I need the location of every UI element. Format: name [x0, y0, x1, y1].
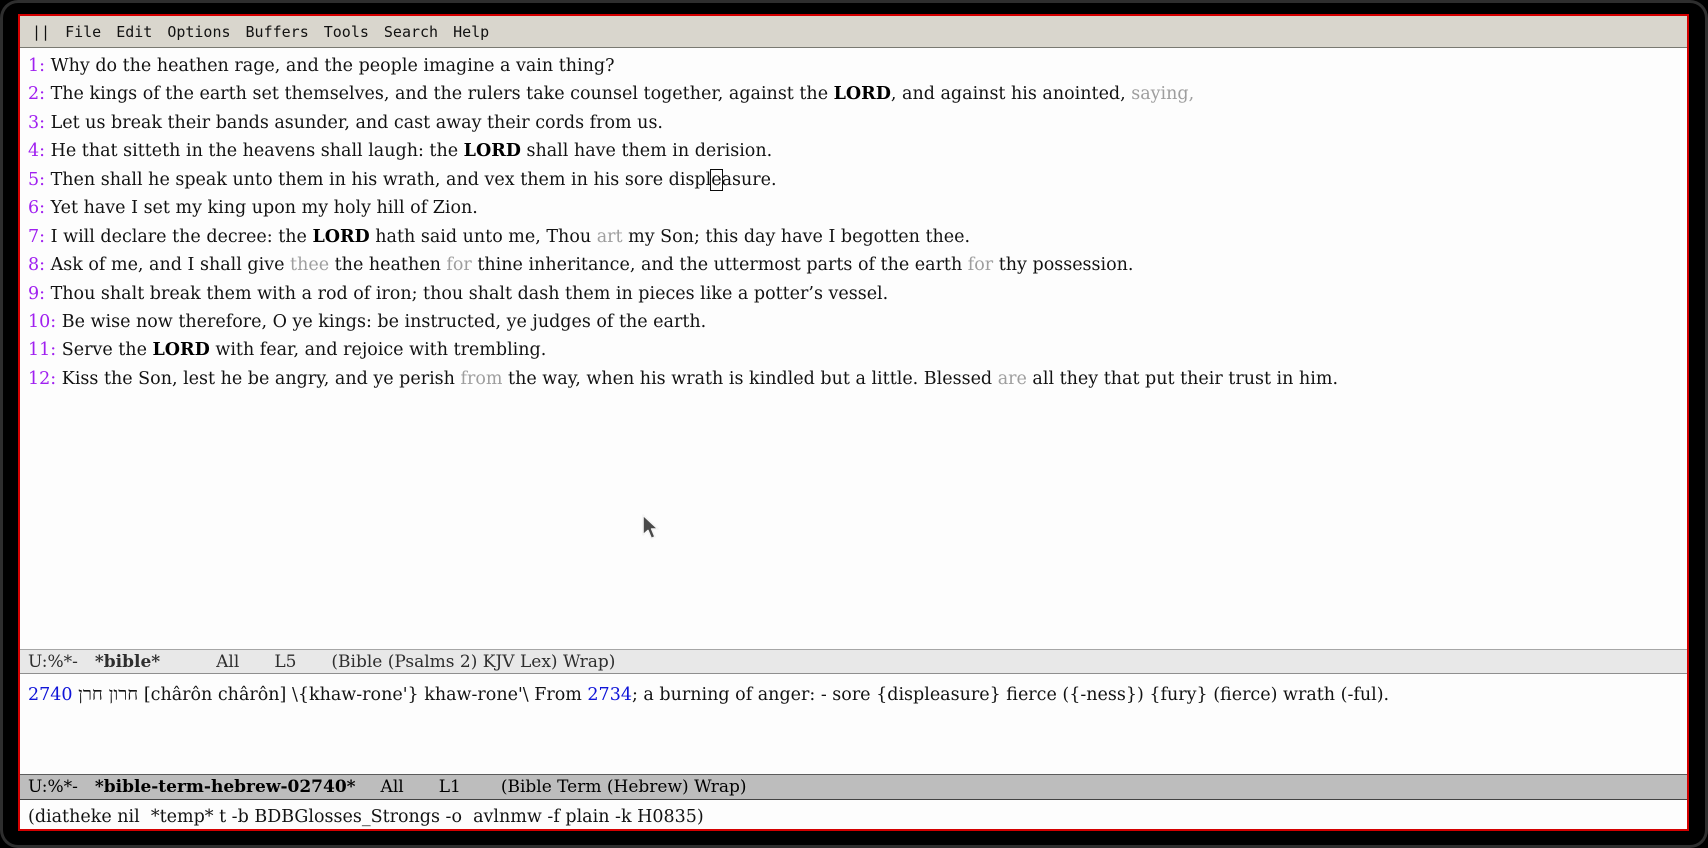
text-segment: thine inheritance, and the uttermost par…	[472, 255, 968, 275]
minibuffer[interactable]: (diatheke nil *temp* t -b BDBGlosses_Str…	[20, 800, 1687, 829]
modeline-flags: U:%*-	[28, 777, 78, 797]
lexicon-buffer[interactable]: 2740 חרון חרן [chârôn chârôn] \{khaw-ron…	[20, 674, 1687, 774]
text-segment: shall have them in derision.	[521, 141, 772, 161]
verse-line[interactable]: 12: Kiss the Son, lest he be angry, and …	[28, 365, 1679, 393]
text-segment: with fear, and rejoice with trembling.	[210, 340, 547, 360]
verse-line[interactable]: 11: Serve the LORD with fear, and rejoic…	[28, 336, 1679, 364]
verse-line[interactable]: 8: Ask of me, and I shall give thee the …	[28, 251, 1679, 279]
text-segment: He that sitteth in the heavens shall lau…	[51, 141, 464, 161]
menu-item-search[interactable]: Search	[384, 23, 438, 41]
added-word-muted: for	[446, 255, 471, 275]
added-word-muted: saying,	[1131, 84, 1194, 104]
text-segment: Let us break their bands asunder, and ca…	[51, 113, 663, 133]
modeline-flags: U:%*-	[28, 652, 78, 672]
verse-number: 2:	[28, 84, 45, 104]
text-segment: asure.	[722, 170, 777, 190]
menu-item-[interactable]: ||	[32, 23, 50, 41]
modeline-modes[interactable]: (Bible Term (Hebrew) Wrap)	[501, 777, 747, 797]
verse-number: 9:	[28, 284, 45, 304]
verse-line[interactable]: 10: Be wise now therefore, O ye kings: b…	[28, 308, 1679, 336]
bible-buffer[interactable]: 1: Why do the heathen rage, and the peop…	[20, 48, 1687, 649]
modeline-modes[interactable]: (Bible (Psalms 2) KJV Lex) Wrap)	[331, 652, 615, 672]
text-segment: ; a burning of anger: - sore {displeasur…	[632, 685, 1389, 705]
verse-line[interactable]: 9: Thou shalt break them with a rod of i…	[28, 280, 1679, 308]
lexicon-entry: 2740 חרון חרן [chârôn chârôn] \{khaw-ron…	[28, 682, 1679, 708]
divine-name-bold: LORD	[834, 84, 891, 104]
verse-number: 10:	[28, 312, 56, 332]
verse-number: 4:	[28, 141, 45, 161]
verse-number: 7:	[28, 227, 45, 247]
modeline-buffer-name[interactable]: *bible-term-hebrew-02740*	[95, 777, 356, 797]
menu-item-options[interactable]: Options	[167, 23, 230, 41]
modeline-lexicon[interactable]: U:%*- *bible-term-hebrew-02740* All L1 (…	[20, 774, 1687, 800]
text-segment: my Son; this day have I begotten thee.	[623, 227, 971, 247]
text-segment: hath said unto me, Thou	[370, 227, 597, 247]
text-segment: Serve the	[62, 340, 153, 360]
verse-line[interactable]: 1: Why do the heathen rage, and the peop…	[28, 52, 1679, 80]
text-segment: all they that put their trust in him.	[1027, 369, 1338, 389]
text-segment: I will declare the decree: the	[51, 227, 313, 247]
verse-number: 8:	[28, 255, 45, 275]
verse-number: 6:	[28, 198, 45, 218]
verse-line[interactable]: 7: I will declare the decree: the LORD h…	[28, 223, 1679, 251]
modeline-bible[interactable]: U:%*- *bible* All L5 (Bible (Psalms 2) K…	[20, 649, 1687, 674]
verse-number: 1:	[28, 56, 45, 76]
verse-line[interactable]: 6: Yet have I set my king upon my holy h…	[28, 194, 1679, 222]
text-segment: Yet have I set my king upon my holy hill…	[51, 198, 478, 218]
menu-item-file[interactable]: File	[65, 23, 101, 41]
verse-line[interactable]: 2: The kings of the earth set themselves…	[28, 80, 1679, 108]
text-cursor: e	[711, 170, 721, 190]
text-segment: Then shall he speak unto them in his wra…	[51, 170, 712, 190]
text-segment: Ask of me, and I shall give	[51, 255, 290, 275]
added-word-muted: art	[597, 227, 623, 247]
verse-number: 12:	[28, 369, 56, 389]
menu-item-buffers[interactable]: Buffers	[246, 23, 309, 41]
added-word-muted: are	[998, 369, 1027, 389]
menu-item-help[interactable]: Help	[453, 23, 489, 41]
text-segment: the way, when his wrath is kindled but a…	[502, 369, 997, 389]
divine-name-bold: LORD	[153, 340, 210, 360]
verse-line[interactable]: 3: Let us break their bands asunder, and…	[28, 109, 1679, 137]
modeline-position: All	[216, 652, 239, 672]
divine-name-bold: LORD	[464, 141, 521, 161]
text-segment: [chârôn chârôn] \{khaw-rone'} khaw-rone'…	[138, 685, 587, 705]
added-word-muted: thee	[290, 255, 329, 275]
text-segment: Kiss the Son, lest he be angry, and ye p…	[62, 369, 461, 389]
text-segment: , and against his anointed,	[891, 84, 1131, 104]
text-segment: Thou shalt break them with a rod of iron…	[51, 284, 889, 304]
hebrew-word: חרון חרן	[78, 684, 138, 705]
strongs-number-link[interactable]: 2734	[587, 685, 632, 705]
verse-line[interactable]: 5: Then shall he speak unto them in his …	[28, 166, 1679, 194]
strongs-number-link[interactable]: 2740	[28, 685, 73, 705]
echo-area-text: (diatheke nil *temp* t -b BDBGlosses_Str…	[28, 807, 704, 827]
verse-number: 5:	[28, 170, 45, 190]
divine-name-bold: LORD	[312, 227, 369, 247]
added-word-muted: for	[968, 255, 993, 275]
text-segment: Why do the heathen rage, and the people …	[51, 56, 615, 76]
text-segment: the heathen	[329, 255, 446, 275]
modeline-position: All	[381, 777, 404, 797]
verse-number: 11:	[28, 340, 56, 360]
added-word-muted: from	[461, 369, 503, 389]
verse-line[interactable]: 4: He that sitteth in the heavens shall …	[28, 137, 1679, 165]
text-segment: The kings of the earth set themselves, a…	[51, 84, 834, 104]
menu-item-edit[interactable]: Edit	[116, 23, 152, 41]
text-segment: Be wise now therefore, O ye kings: be in…	[62, 312, 706, 332]
emacs-window: ||FileEditOptionsBuffersToolsSearchHelp …	[18, 14, 1689, 831]
text-segment: thy possession.	[993, 255, 1133, 275]
emacs-frame: ||FileEditOptionsBuffersToolsSearchHelp …	[0, 0, 1708, 848]
modeline-line-number: L5	[274, 652, 296, 672]
verse-number: 3:	[28, 113, 45, 133]
menu-bar: || File Edit Options Buffers Tools Search Help	[20, 16, 1687, 48]
modeline-line-number: L1	[439, 777, 461, 797]
modeline-buffer-name[interactable]: *bible*	[95, 652, 160, 672]
menu-item-tools[interactable]: Tools	[324, 23, 369, 41]
